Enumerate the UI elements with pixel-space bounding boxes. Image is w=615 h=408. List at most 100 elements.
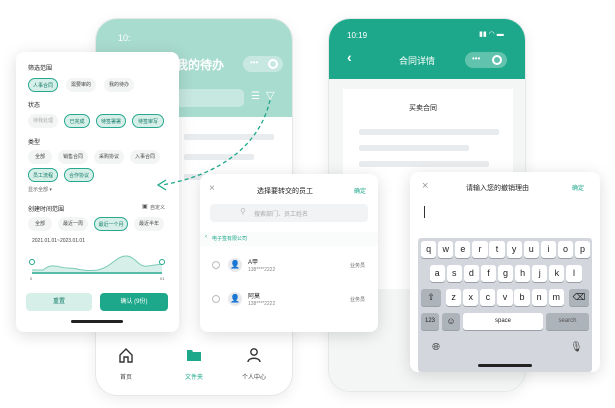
page-title: 我的待办 bbox=[176, 58, 225, 72]
letter-key[interactable]: j bbox=[532, 265, 548, 282]
letter-key[interactable]: x bbox=[463, 289, 479, 306]
letter-key[interactable]: o bbox=[557, 241, 574, 258]
section-title: 创建时间范围 bbox=[28, 207, 65, 213]
tab-label: 首页 bbox=[119, 375, 132, 381]
status-chip[interactable]: 待签署署 bbox=[96, 114, 126, 128]
status-time: 10: bbox=[118, 33, 131, 43]
employee-name: A甲 bbox=[248, 260, 259, 266]
status-chip[interactable]: 待我处理 bbox=[28, 114, 58, 128]
letter-key[interactable]: a bbox=[429, 265, 445, 282]
calendar-icon[interactable]: ▣ bbox=[142, 203, 148, 210]
person-icon bbox=[247, 348, 261, 363]
employee-role: 业务员 bbox=[350, 263, 366, 269]
close-icon[interactable]: × bbox=[422, 180, 428, 192]
letter-key[interactable]: h bbox=[515, 265, 531, 282]
capsule-menu[interactable]: ••• bbox=[465, 52, 507, 68]
keyboard: qwertyuiop asdfghjkl zxcvbnm ⇧ ⌫ 123 ☺ spa… bbox=[418, 238, 592, 372]
time-chip[interactable]: 最近一个月 bbox=[94, 217, 128, 231]
letter-key[interactable]: r bbox=[472, 241, 488, 258]
letter-key[interactable]: d bbox=[463, 265, 479, 282]
employee-role: 业务员 bbox=[350, 297, 366, 303]
tab-folder[interactable]: 文件夹 bbox=[178, 347, 210, 381]
reason-textarea[interactable] bbox=[420, 200, 590, 236]
letter-key[interactable]: u bbox=[523, 241, 539, 258]
confirm-button[interactable]: 确认 (9份) bbox=[100, 293, 168, 311]
type-chip[interactable]: 采购协议 bbox=[94, 150, 124, 164]
shift-key[interactable]: ⇧ bbox=[421, 289, 441, 306]
confirm-link[interactable]: 确定 bbox=[354, 186, 366, 195]
space-key[interactable]: space bbox=[463, 313, 543, 330]
date-range: 2021.01.01~2023.01.01 bbox=[32, 238, 85, 244]
employee-name: 阿莫 bbox=[248, 294, 261, 300]
tab-home[interactable]: 首页 bbox=[110, 347, 142, 381]
letter-key[interactable]: k bbox=[549, 265, 565, 282]
employee-row[interactable]: 👤 阿莫 138****2222 业务员 bbox=[200, 286, 378, 314]
text-line bbox=[359, 145, 469, 151]
tab-bar: 首页 文件夹 个人中心 bbox=[96, 347, 292, 395]
reset-button[interactable]: 重置 bbox=[26, 293, 92, 311]
home-icon bbox=[119, 348, 133, 363]
letter-key[interactable]: e bbox=[455, 241, 471, 258]
letter-key[interactable]: l bbox=[566, 265, 582, 282]
text-line bbox=[359, 161, 489, 167]
search-icon: ⚲ bbox=[240, 207, 246, 216]
search-input[interactable]: ⚲ 搜索部门、员工姓名 bbox=[210, 204, 368, 222]
letter-key[interactable]: b bbox=[514, 289, 530, 306]
scope-chip[interactable]: 人事合同 bbox=[28, 78, 58, 92]
letter-key[interactable]: g bbox=[497, 265, 514, 282]
letter-key[interactable]: i bbox=[540, 241, 556, 258]
home-indicator bbox=[478, 364, 532, 367]
radio-button[interactable] bbox=[212, 295, 220, 303]
letter-key[interactable]: t bbox=[489, 241, 505, 258]
letter-key[interactable]: z bbox=[446, 289, 462, 306]
letter-key[interactable]: s bbox=[446, 265, 462, 282]
letter-key[interactable]: y bbox=[506, 241, 522, 258]
text-line bbox=[359, 129, 499, 135]
globe-icon[interactable]: 🌐︎ bbox=[432, 342, 440, 353]
search-key[interactable]: search bbox=[546, 313, 589, 330]
letter-key[interactable]: w bbox=[438, 241, 454, 258]
close-circle-icon bbox=[268, 59, 278, 69]
type-chip[interactable]: 合作协议 bbox=[64, 168, 94, 182]
section-title: 类型 bbox=[28, 140, 41, 146]
back-arrow-icon[interactable]: ‹ bbox=[347, 49, 352, 65]
document-title: 买卖合同 bbox=[409, 105, 437, 112]
scope-chip[interactable]: 我的待办 bbox=[104, 78, 134, 92]
capsule-menu[interactable]: ••• bbox=[243, 56, 283, 72]
letter-key[interactable]: c bbox=[480, 289, 496, 306]
letter-key[interactable]: p bbox=[574, 241, 591, 258]
letter-key[interactable]: m bbox=[548, 289, 564, 306]
custom-label[interactable]: 自定义 bbox=[150, 204, 165, 211]
tab-profile[interactable]: 个人中心 bbox=[238, 347, 270, 381]
type-chip[interactable]: 销售合同 bbox=[58, 150, 88, 164]
type-chip[interactable]: 员工流程 bbox=[28, 168, 58, 182]
time-chip[interactable]: 全部 bbox=[28, 217, 52, 231]
avatar: 👤 bbox=[228, 258, 242, 272]
slider-max: 01 bbox=[160, 276, 165, 281]
letter-key[interactable]: q bbox=[421, 241, 437, 258]
scope-chip[interactable]: 需要审的 bbox=[66, 78, 96, 92]
breadcrumb[interactable]: ‹ 电子签有限公司 bbox=[200, 232, 378, 246]
radio-button[interactable] bbox=[212, 261, 220, 269]
close-icon[interactable]: × bbox=[209, 183, 215, 194]
type-chip[interactable]: 全部 bbox=[28, 150, 52, 164]
employee-row[interactable]: 👤 A甲 138****2222 业务员 bbox=[200, 252, 378, 280]
letter-key[interactable]: n bbox=[531, 289, 547, 306]
microphone-icon[interactable]: 🎙︎ bbox=[570, 342, 583, 353]
tab-label: 文件夹 bbox=[184, 375, 203, 381]
numbers-key[interactable]: 123 bbox=[421, 313, 439, 330]
search-placeholder: 搜索部门、员工姓名 bbox=[254, 212, 309, 218]
time-range-slider[interactable] bbox=[28, 248, 168, 278]
backspace-key[interactable]: ⌫ bbox=[569, 289, 589, 306]
avatar: 👤 bbox=[228, 292, 242, 306]
letter-key[interactable]: f bbox=[480, 265, 497, 282]
letter-key[interactable]: v bbox=[497, 289, 513, 306]
time-chip[interactable]: 最近半年 bbox=[134, 217, 164, 231]
text-cursor bbox=[424, 206, 425, 218]
show-all-toggle[interactable]: 显示全部 ▾ bbox=[28, 186, 52, 193]
confirm-link[interactable]: 确定 bbox=[572, 183, 584, 192]
more-icon: ••• bbox=[472, 54, 481, 63]
time-chip[interactable]: 最近一周 bbox=[58, 217, 88, 231]
emoji-key[interactable]: ☺ bbox=[442, 313, 460, 330]
status-chip[interactable]: 已完成 bbox=[64, 114, 90, 128]
